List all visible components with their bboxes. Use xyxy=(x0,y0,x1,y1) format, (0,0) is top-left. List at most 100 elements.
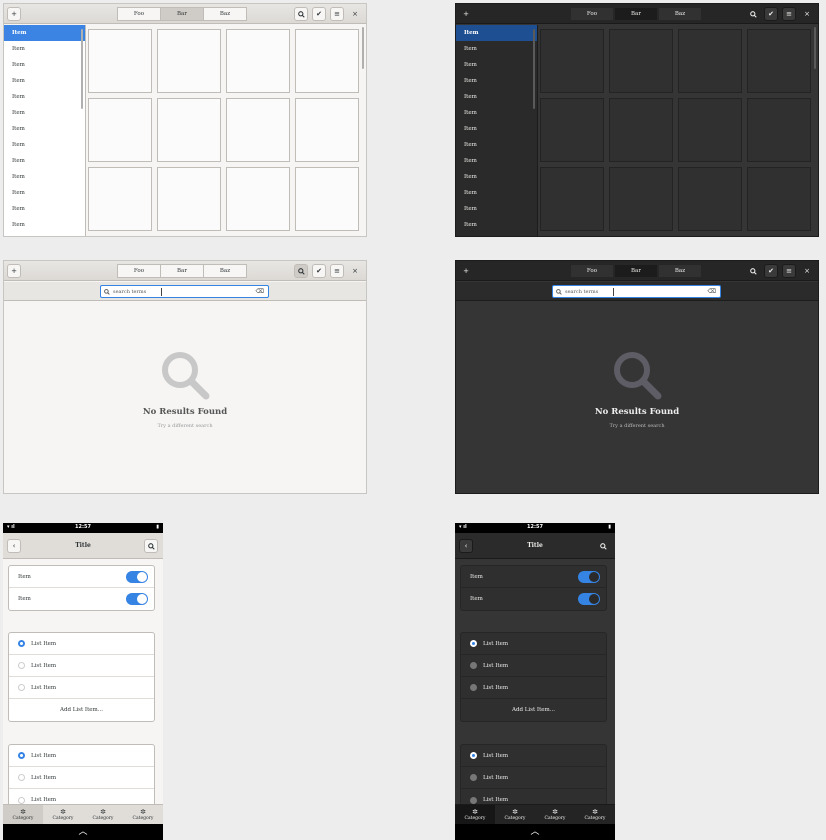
grid-tile[interactable] xyxy=(678,167,742,231)
sidebar-item[interactable]: Item xyxy=(4,201,85,217)
menu-button[interactable]: ≡ xyxy=(782,7,796,21)
grid-tile[interactable] xyxy=(747,29,811,93)
search-button[interactable] xyxy=(294,264,308,278)
tab-category[interactable]: ✲ Category xyxy=(3,805,43,824)
list-item[interactable]: List Item xyxy=(9,633,154,655)
list-item[interactable]: List Item xyxy=(461,767,606,789)
close-button[interactable]: × xyxy=(348,264,362,278)
sidebar-item[interactable]: Item xyxy=(456,169,537,185)
radio-button[interactable] xyxy=(470,752,477,759)
grid-tile[interactable] xyxy=(88,29,152,93)
radio-button[interactable] xyxy=(18,662,25,669)
sidebar-item[interactable]: Item xyxy=(4,41,85,57)
list-item[interactable]: List Item xyxy=(9,677,154,699)
grid-tile[interactable] xyxy=(678,98,742,162)
backspace-icon[interactable]: ⌫ xyxy=(256,288,264,295)
sidebar-item[interactable]: Item xyxy=(4,73,85,89)
tab-baz[interactable]: Baz xyxy=(658,264,702,278)
add-button[interactable]: + xyxy=(7,7,21,21)
grid-tile[interactable] xyxy=(747,167,811,231)
tab-foo[interactable]: Foo xyxy=(117,264,161,278)
grid-tile[interactable] xyxy=(157,29,221,93)
tab-baz[interactable]: Baz xyxy=(203,7,247,21)
sidebar-scrollbar[interactable] xyxy=(533,29,535,109)
toggle-switch[interactable] xyxy=(578,571,600,583)
radio-button[interactable] xyxy=(18,640,25,647)
tab-baz[interactable]: Baz xyxy=(203,264,247,278)
tab-category[interactable]: ✲ Category xyxy=(575,805,615,824)
grid-tile[interactable] xyxy=(295,98,359,162)
sidebar-item[interactable]: Item xyxy=(456,25,537,41)
add-button[interactable]: + xyxy=(7,264,21,278)
sidebar-item[interactable]: Item xyxy=(456,121,537,137)
search-button[interactable] xyxy=(746,7,760,21)
grid-tile[interactable] xyxy=(609,98,673,162)
sidebar-item[interactable]: Item xyxy=(4,137,85,153)
close-button[interactable]: × xyxy=(800,264,814,278)
list-item[interactable]: List Item xyxy=(9,767,154,789)
sidebar-item[interactable]: Item xyxy=(4,121,85,137)
grid-tile[interactable] xyxy=(226,29,290,93)
tab-foo[interactable]: Foo xyxy=(117,7,161,21)
sidebar-item[interactable]: Item xyxy=(4,25,85,41)
tab-foo[interactable]: Foo xyxy=(570,264,614,278)
search-button[interactable] xyxy=(746,264,760,278)
list-item[interactable]: List Item xyxy=(9,745,154,767)
menu-button[interactable]: ≡ xyxy=(782,264,796,278)
tab-category[interactable]: ✲ Category xyxy=(455,805,495,824)
select-button[interactable]: ✔ xyxy=(764,264,778,278)
grid-tile[interactable] xyxy=(678,29,742,93)
select-button[interactable]: ✔ xyxy=(312,7,326,21)
sidebar-item[interactable]: Item xyxy=(456,89,537,105)
grid-tile[interactable] xyxy=(226,167,290,231)
search-button[interactable] xyxy=(144,539,158,553)
sidebar-item[interactable]: Item xyxy=(4,89,85,105)
search-button[interactable] xyxy=(596,539,610,553)
grid-tile[interactable] xyxy=(609,167,673,231)
toggle-switch[interactable] xyxy=(126,593,148,605)
sidebar-item[interactable]: Item xyxy=(4,185,85,201)
grid-tile[interactable] xyxy=(540,29,604,93)
list-item[interactable]: List Item xyxy=(461,633,606,655)
select-button[interactable]: ✔ xyxy=(312,264,326,278)
grid-tile[interactable] xyxy=(609,29,673,93)
radio-button[interactable] xyxy=(18,774,25,781)
toggle-switch[interactable] xyxy=(578,593,600,605)
search-input[interactable]: search terms ⌫ xyxy=(100,285,269,298)
tab-baz[interactable]: Baz xyxy=(658,7,702,21)
content-scrollbar[interactable] xyxy=(814,27,816,69)
grid-tile[interactable] xyxy=(226,98,290,162)
add-button[interactable]: + xyxy=(459,7,473,21)
sidebar-item[interactable]: Item xyxy=(4,57,85,73)
sidebar-item[interactable]: Item xyxy=(4,169,85,185)
list-item[interactable]: List Item xyxy=(9,655,154,677)
tab-category[interactable]: ✲ Category xyxy=(495,805,535,824)
select-button[interactable]: ✔ xyxy=(764,7,778,21)
tab-category[interactable]: ✲ Category xyxy=(43,805,83,824)
sidebar-item[interactable]: Item xyxy=(456,217,537,233)
grid-tile[interactable] xyxy=(157,167,221,231)
tab-bar[interactable]: Bar xyxy=(160,7,204,21)
grid-tile[interactable] xyxy=(747,98,811,162)
menu-button[interactable]: ≡ xyxy=(330,264,344,278)
radio-button[interactable] xyxy=(470,774,477,781)
sidebar-item[interactable]: Item xyxy=(456,153,537,169)
toggle-switch[interactable] xyxy=(126,571,148,583)
sidebar-item[interactable]: Item xyxy=(4,217,85,233)
radio-button[interactable] xyxy=(18,684,25,691)
grid-tile[interactable] xyxy=(540,98,604,162)
sidebar-item[interactable]: Item xyxy=(456,57,537,73)
list-item[interactable]: List Item xyxy=(461,677,606,699)
chevron-up-icon[interactable]: ︿ xyxy=(3,824,163,840)
sidebar-item[interactable]: Item xyxy=(456,137,537,153)
sidebar-item[interactable]: Item xyxy=(456,73,537,89)
backspace-icon[interactable]: ⌫ xyxy=(708,288,716,295)
tab-bar[interactable]: Bar xyxy=(614,264,658,278)
menu-button[interactable]: ≡ xyxy=(330,7,344,21)
radio-button[interactable] xyxy=(18,796,25,804)
tab-category[interactable]: ✲ Category xyxy=(83,805,123,824)
close-button[interactable]: × xyxy=(800,7,814,21)
sidebar-scrollbar[interactable] xyxy=(81,29,83,109)
radio-button[interactable] xyxy=(18,752,25,759)
radio-button[interactable] xyxy=(470,684,477,691)
